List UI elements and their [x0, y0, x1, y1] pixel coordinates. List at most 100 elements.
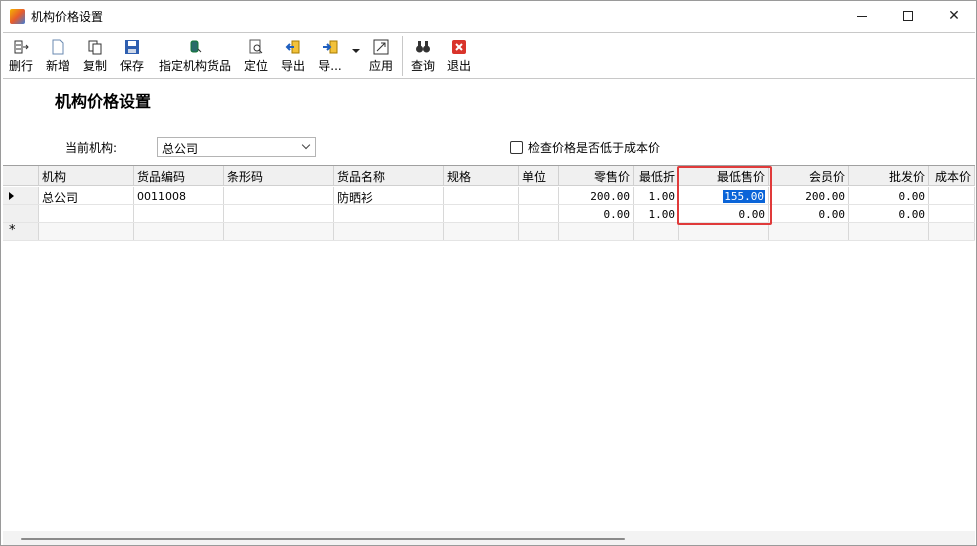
col-header-unit[interactable]: 单位 [519, 166, 559, 185]
col-header-min-price[interactable]: 最低售价 [679, 166, 769, 185]
cell-barcode[interactable] [224, 187, 334, 204]
delete-row-button[interactable]: 删行 [6, 36, 36, 76]
save-button[interactable]: 保存 [117, 36, 147, 76]
import-button[interactable]: 导... [315, 36, 345, 76]
new-button[interactable]: 新增 [43, 36, 73, 76]
apply-icon [373, 39, 389, 55]
new-cell[interactable] [559, 223, 634, 240]
cell-code[interactable] [134, 205, 224, 222]
cell-cost[interactable] [929, 187, 975, 204]
new-cell[interactable] [929, 223, 975, 240]
col-header-name[interactable]: 货品名称 [334, 166, 444, 185]
org-label: 当前机构: [65, 141, 118, 155]
cell-unit[interactable] [519, 205, 559, 222]
apply-label: 应用 [368, 59, 393, 73]
col-header-code[interactable]: 货品编码 [134, 166, 224, 185]
price-grid[interactable]: 机构 货品编码 条形码 货品名称 规格 单位 零售价 最低折 最低售价 会员价 … [3, 165, 975, 531]
close-button[interactable]: ✕ [931, 1, 977, 31]
export-button[interactable]: 导出 [278, 36, 308, 76]
new-row-marker: * [9, 223, 16, 238]
cell-name[interactable] [334, 205, 444, 222]
new-cell[interactable] [39, 223, 134, 240]
assign-goods-icon [190, 40, 202, 53]
cell-min-price[interactable]: 0.00 [679, 205, 769, 222]
assign-goods-button[interactable]: 指定机构货品 [156, 36, 234, 76]
col-header-cost[interactable]: 成本价 [929, 166, 975, 185]
cell-retail[interactable]: 200.00 [559, 187, 634, 204]
cell-member[interactable]: 200.00 [769, 187, 849, 204]
cell-org[interactable] [39, 205, 134, 222]
cell-cost[interactable] [929, 205, 975, 222]
scrollbar-thumb[interactable] [21, 538, 625, 540]
new-row[interactable]: * [3, 223, 975, 241]
cell-min-discount[interactable]: 1.00 [634, 205, 679, 222]
cell-org[interactable]: 总公司 [39, 187, 134, 204]
toolbar: 删行 新增 复制 保存 指定机构货品 定位 导出 导... 应用 查询 退出 [3, 32, 975, 79]
col-header-retail[interactable]: 零售价 [559, 166, 634, 185]
new-cell[interactable] [334, 223, 444, 240]
copy-icon [88, 40, 102, 55]
cell-spec[interactable] [444, 187, 519, 204]
toolbar-separator [402, 36, 403, 76]
col-header-min-discount[interactable]: 最低折 [634, 166, 679, 185]
import-dropdown-arrow-icon[interactable] [352, 49, 360, 53]
cell-member[interactable]: 0.00 [769, 205, 849, 222]
delete-row-label: 删行 [8, 59, 33, 73]
new-document-icon [52, 39, 64, 55]
checkbox-icon[interactable] [510, 141, 523, 154]
col-header-wholesale[interactable]: 批发价 [849, 166, 929, 185]
app-window: 机构价格设置 ✕ 删行 新增 复制 保存 指定机构货品 定位 导出 导... 应… [0, 0, 977, 546]
import-label: 导... [318, 59, 342, 73]
cell-code[interactable]: 0011008 [134, 187, 224, 204]
col-header-org[interactable]: 机构 [39, 166, 134, 185]
query-button[interactable]: 查询 [408, 36, 438, 76]
cell-unit[interactable] [519, 187, 559, 204]
locate-button[interactable]: 定位 [241, 36, 271, 76]
table-row[interactable]: 0.00 1.00 0.00 0.00 0.00 [3, 205, 975, 223]
minimize-button[interactable] [839, 1, 885, 31]
current-row-arrow-icon [9, 192, 14, 200]
check-cost-label: 检查价格是否低于成本价 [528, 141, 661, 155]
cell-wholesale[interactable]: 0.00 [849, 187, 929, 204]
floppy-disk-icon [125, 40, 139, 54]
col-header-spec[interactable]: 规格 [444, 166, 519, 185]
org-select-value: 总公司 [162, 142, 199, 156]
col-header-member[interactable]: 会员价 [769, 166, 849, 185]
cell-wholesale[interactable]: 0.00 [849, 205, 929, 222]
exit-button[interactable]: 退出 [444, 36, 474, 76]
export-icon [285, 40, 300, 54]
table-row[interactable]: 总公司 0011008 防晒衫 200.00 1.00 155.00 200.0… [3, 187, 975, 205]
new-cell[interactable] [519, 223, 559, 240]
horizontal-scrollbar[interactable] [3, 531, 975, 545]
new-cell[interactable] [634, 223, 679, 240]
new-cell[interactable] [444, 223, 519, 240]
new-cell[interactable] [224, 223, 334, 240]
exit-label: 退出 [446, 59, 471, 73]
cell-min-discount[interactable]: 1.00 [634, 187, 679, 204]
new-cell[interactable] [769, 223, 849, 240]
cell-name[interactable]: 防晒衫 [334, 187, 444, 204]
cell-retail[interactable]: 0.00 [559, 205, 634, 222]
new-cell[interactable] [679, 223, 769, 240]
copy-label: 复制 [82, 59, 107, 73]
query-label: 查询 [410, 59, 435, 73]
row-indicator[interactable] [3, 187, 39, 204]
copy-button[interactable]: 复制 [80, 36, 110, 76]
new-cell[interactable] [849, 223, 929, 240]
maximize-button[interactable] [885, 1, 931, 31]
org-select[interactable]: 总公司 [157, 137, 316, 157]
cell-barcode[interactable] [224, 205, 334, 222]
cell-min-price-selected-text[interactable]: 155.00 [723, 190, 765, 203]
maximize-icon [903, 11, 913, 21]
col-header-barcode[interactable]: 条形码 [224, 166, 334, 185]
cell-min-price[interactable]: 155.00 [679, 187, 769, 204]
apply-button[interactable]: 应用 [366, 36, 396, 76]
row-indicator[interactable] [3, 205, 39, 222]
row-indicator[interactable]: * [3, 223, 39, 240]
delete-row-icon [14, 40, 29, 54]
check-cost-checkbox[interactable]: 检查价格是否低于成本价 [510, 139, 660, 156]
cell-spec[interactable] [444, 205, 519, 222]
new-cell[interactable] [134, 223, 224, 240]
app-icon [10, 9, 25, 24]
binoculars-icon [416, 41, 430, 53]
